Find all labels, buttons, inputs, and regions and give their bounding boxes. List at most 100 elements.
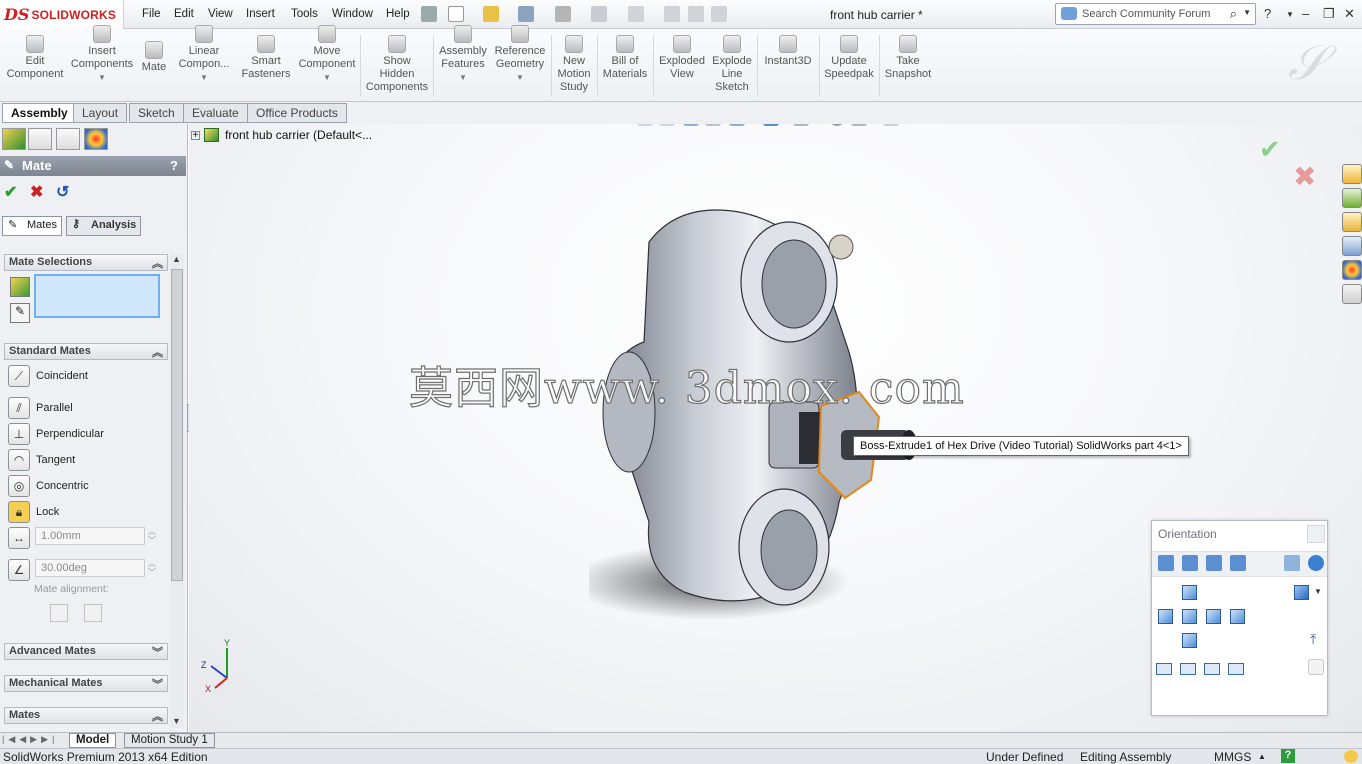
solidworks-resources-icon[interactable] [1342, 164, 1362, 184]
view-settings-icon[interactable] [883, 124, 899, 126]
view-palette-icon[interactable] [1342, 236, 1362, 256]
tab-assembly[interactable]: Assembly [2, 103, 77, 123]
concentric-mate[interactable]: ◎ Concentric [8, 474, 89, 498]
options-icon[interactable] [711, 6, 727, 22]
view-orientation-icon[interactable] [729, 124, 745, 126]
help-icon[interactable]: ? [170, 158, 178, 173]
two-view-vertical-icon[interactable] [1204, 663, 1220, 675]
perpendicular-mate[interactable]: ⊥ Perpendicular [8, 422, 104, 446]
close-icon[interactable]: ✕ [1344, 6, 1355, 22]
mate-button[interactable]: Mate [138, 39, 170, 74]
edit-appearance-icon[interactable] [829, 124, 845, 126]
smart-fasteners-button[interactable]: Smart Fasteners [238, 33, 294, 81]
isometric-view-cube-icon[interactable] [1294, 585, 1309, 600]
collapse-chevron-icon[interactable]: ︽ [152, 344, 163, 360]
configuration-manager-tab-icon[interactable] [56, 128, 80, 150]
advanced-mates-header[interactable]: Advanced Mates ︾ [4, 643, 168, 660]
collapse-chevron-icon[interactable]: ︽ [152, 255, 163, 271]
mate-selections-listbox[interactable] [34, 274, 160, 318]
hide-show-items-icon[interactable] [793, 124, 809, 126]
mates-header[interactable]: Mates ︽ [4, 707, 168, 724]
back-view-cube-icon[interactable] [1230, 609, 1245, 624]
custom-properties-icon[interactable] [1342, 284, 1362, 304]
expand-chevron-icon[interactable]: ︾ [152, 676, 163, 692]
distance-value-input[interactable]: 1.00mm [35, 527, 145, 545]
linear-component-pattern-button[interactable]: Linear Compon... ▼ [174, 23, 234, 84]
two-view-horizontal-icon[interactable] [1180, 663, 1196, 675]
menu-file[interactable]: File [142, 8, 161, 20]
bill-of-materials-button[interactable]: Bill of Materials [600, 33, 650, 81]
flyout-tree-root[interactable]: + front hub carrier (Default<... [191, 128, 372, 142]
angle-spinner-icon[interactable]: ︿ ﹀ [148, 559, 156, 577]
update-standard-views-icon[interactable] [1182, 555, 1198, 571]
new-view-icon[interactable] [1158, 555, 1174, 571]
isometric-cube-icon[interactable] [1284, 555, 1300, 571]
feature-manager-tab-icon[interactable] [2, 128, 26, 150]
move-component-button[interactable]: Move Component ▼ [296, 23, 358, 84]
exploded-view-button[interactable]: Exploded View [656, 33, 708, 81]
menu-edit[interactable]: Edit [174, 8, 194, 20]
update-speedpak-button[interactable]: Update Speedpak [822, 33, 876, 81]
parallel-mate[interactable]: ⫽ Parallel [8, 396, 73, 420]
zoom-to-fit-icon[interactable] [637, 124, 653, 126]
graphics-area[interactable]: + front hub carrier (Default<... ▯▯ ▯▯ –… [189, 124, 1362, 732]
undo-icon[interactable] [591, 6, 607, 22]
menu-insert[interactable]: Insert [246, 8, 275, 20]
angle-mate[interactable]: ∠ [8, 558, 30, 582]
left-view-cube-icon[interactable] [1158, 609, 1173, 624]
expand-plus-icon[interactable]: + [191, 130, 200, 140]
tab-layout[interactable]: Layout [73, 103, 128, 123]
units-chevron-icon[interactable]: ▲ [1258, 752, 1266, 761]
mechanical-mates-header[interactable]: Mechanical Mates ︾ [4, 675, 168, 692]
angle-value-input[interactable]: 30.00deg [35, 559, 145, 577]
anti-aligned-icon[interactable] [84, 604, 102, 622]
menu-tools[interactable]: Tools [291, 8, 318, 20]
new-document-icon[interactable] [448, 6, 464, 22]
tab-motion-study-1[interactable]: Motion Study 1 [124, 733, 215, 748]
menu-help[interactable]: Help [386, 8, 410, 20]
four-view-icon[interactable] [1228, 663, 1244, 675]
open-folder-icon[interactable] [483, 6, 499, 22]
save-icon[interactable] [518, 6, 534, 22]
ok-checkmark-icon[interactable]: ✔ [4, 182, 17, 202]
display-manager-tab-icon[interactable] [84, 128, 108, 150]
mate-selections-header[interactable]: Mate Selections ︽ [4, 254, 168, 271]
view-selector-icon[interactable] [1230, 555, 1246, 571]
tab-office-products[interactable]: Office Products [247, 103, 347, 123]
design-library-icon[interactable] [1342, 188, 1362, 208]
distance-mate[interactable]: ↔ [8, 526, 30, 550]
lock-mate[interactable]: 🔒︎ Lock [8, 500, 59, 524]
normal-to-icon[interactable]: ⤒ [1310, 631, 1316, 648]
search-community-input[interactable]: Search Community Forum ⌕ ▼ [1055, 3, 1256, 25]
tab-model[interactable]: Model [69, 733, 117, 748]
insert-components-button[interactable]: Insert Components ▼ [70, 23, 134, 84]
chevron-down-icon[interactable]: ▼ [1243, 8, 1251, 17]
standard-mates-header[interactable]: Standard Mates ︽ [4, 343, 168, 360]
help-dropdown-icon[interactable]: ▼ [1286, 10, 1294, 19]
pm-scrollbar-thumb[interactable] [171, 269, 183, 581]
property-manager-tab-icon[interactable] [28, 128, 52, 150]
distance-spinner-icon[interactable]: ︿ ﹀ [148, 527, 156, 545]
right-view-cube-icon[interactable] [1206, 609, 1221, 624]
assembly-features-button[interactable]: Assembly Features ▼ [436, 23, 490, 84]
print-icon[interactable] [555, 6, 571, 22]
take-snapshot-button[interactable]: Take Snapshot [882, 33, 934, 81]
reset-standard-views-icon[interactable] [1206, 555, 1222, 571]
bottom-view-cube-icon[interactable] [1182, 633, 1197, 648]
menu-window[interactable]: Window [332, 8, 373, 20]
instant3d-button[interactable]: Instant3D [760, 33, 816, 68]
confirmation-cancel-icon[interactable]: ✖ [1293, 160, 1316, 193]
chevron-down-icon[interactable]: ▼ [1314, 587, 1322, 596]
file-explorer-icon[interactable] [1342, 212, 1362, 232]
reference-geometry-button[interactable]: Reference Geometry ▼ [492, 23, 548, 84]
aligned-icon[interactable] [50, 604, 68, 622]
apply-scene-icon[interactable] [851, 124, 867, 126]
tangent-mate[interactable]: ◠ Tangent [8, 448, 75, 472]
tab-scroll-arrows-icon[interactable]: |◀◀▶▶| [2, 734, 58, 745]
file-properties-icon[interactable] [688, 6, 704, 22]
link-views-icon[interactable] [1308, 659, 1324, 675]
tab-evaluate[interactable]: Evaluate [183, 103, 248, 123]
explode-line-sketch-button[interactable]: Explode Line Sketch [710, 33, 754, 94]
scroll-down-icon[interactable]: ▼ [172, 716, 181, 726]
new-motion-study-button[interactable]: New Motion Study [554, 33, 594, 94]
